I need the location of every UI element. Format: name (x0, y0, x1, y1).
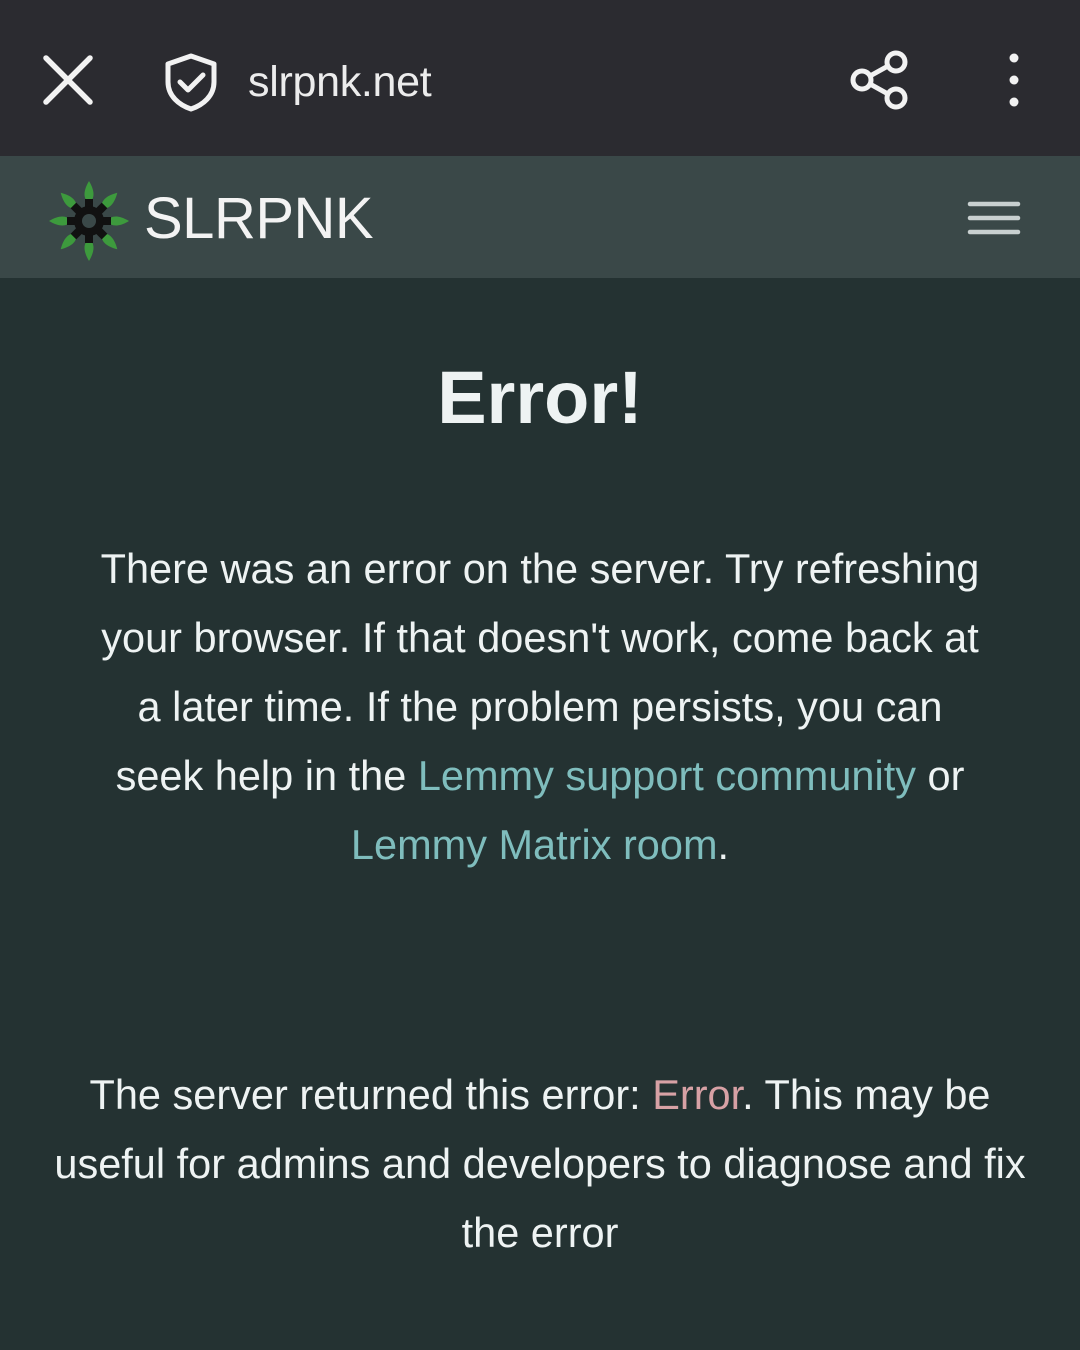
lemmy-matrix-room-link[interactable]: Lemmy Matrix room (351, 821, 718, 868)
site-name[interactable]: SLRPNK (144, 184, 374, 254)
page-title: Error! (437, 356, 643, 439)
lemmy-support-community-link[interactable]: Lemmy support community (418, 752, 916, 799)
error-message-end: . (717, 821, 730, 868)
shield-check-icon[interactable] (160, 50, 222, 114)
error-message-or: or (915, 752, 965, 799)
browser-toolbar: slrpnk.net (0, 0, 1080, 156)
hamburger-menu-icon[interactable] (966, 198, 1022, 238)
solarpunk-gear-logo[interactable] (46, 178, 132, 264)
close-icon[interactable] (34, 46, 102, 114)
server-error-code: Error (652, 1071, 743, 1118)
site-navbar: SLRPNK (0, 156, 1080, 278)
server-error-message: The server returned this error: Error. T… (34, 1060, 1046, 1267)
more-vertical-icon[interactable] (994, 46, 1034, 114)
error-page-content: Error! There was an error on the server.… (0, 278, 1080, 1350)
server-error-prefix: The server returned this error: (89, 1071, 653, 1118)
url-display[interactable]: slrpnk.net (248, 54, 432, 110)
error-message: There was an error on the server. Try re… (100, 534, 980, 879)
share-icon[interactable] (846, 46, 912, 114)
